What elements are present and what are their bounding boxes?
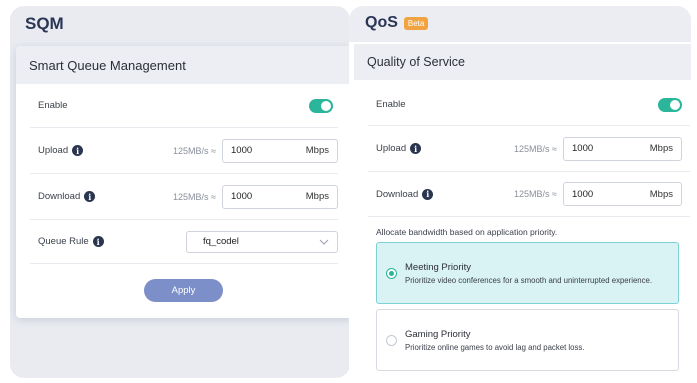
qos-download-input[interactable]: 1000 Mbps [563,182,682,206]
info-icon[interactable]: i [84,191,96,202]
meeting-priority-option[interactable]: Meeting Priority Prioritize video confer… [376,242,679,304]
chevron-down-icon [319,239,329,245]
sqm-download-label: Download [38,191,81,202]
qos-upload-hint: 125MB/s ≈ [514,143,557,154]
sqm-download-row: Download i 125MB/s ≈ 1000 Mbps [30,174,338,220]
gaming-priority-option[interactable]: Gaming Priority Prioritize online games … [376,309,679,371]
beta-badge: Beta [403,16,429,30]
sqm-upload-label: Upload [38,145,69,156]
sqm-upload-unit: Mbps [305,145,329,156]
sqm-card: Smart Queue Management Enable Upload i 1… [16,46,352,318]
qos-download-label: Download [376,188,419,200]
sqm-enable-toggle[interactable] [309,98,333,113]
sqm-queue-rule-label: Queue Rule [38,236,89,247]
sqm-enable-label: Enable [38,100,68,111]
sqm-download-hint: 125MB/s ≈ [173,191,216,202]
qos-upload-input[interactable]: 1000 Mbps [563,136,682,161]
sqm-upload-hint: 125MB/s ≈ [173,145,216,156]
allocate-description: Allocate bandwidth based on application … [376,227,558,237]
qos-download-row: Download i 125MB/s ≈ 1000 Mbps [368,172,690,217]
qos-enable-label: Enable [376,99,406,110]
sqm-upload-value: 1000 [231,145,253,156]
sqm-upload-input[interactable]: 1000 Mbps [222,138,338,163]
sqm-upload-row: Upload i 125MB/s ≈ 1000 Mbps [30,128,338,174]
qos-upload-row: Upload i 125MB/s ≈ 1000 Mbps [368,126,690,172]
meeting-priority-title: Meeting Priority [405,261,471,273]
qos-upload-unit: Mbps [649,143,673,154]
sqm-download-unit: Mbps [305,191,329,202]
qos-title-text: QoS [365,14,398,31]
sqm-queue-rule-select[interactable]: fq_codel [186,230,338,253]
info-icon[interactable]: i [92,236,104,247]
info-icon[interactable]: i [422,188,434,200]
sqm-card-header: Smart Queue Management [16,46,352,84]
sqm-queue-rule-row: Queue Rule i fq_codel [30,220,338,264]
sqm-download-value: 1000 [231,191,253,202]
qos-upload-label: Upload [376,143,407,154]
gaming-priority-title: Gaming Priority [405,328,471,340]
gaming-priority-desc: Prioritize online games to avoid lag and… [405,342,585,352]
apply-button[interactable]: Apply [144,279,223,302]
sqm-download-input[interactable]: 1000 Mbps [222,184,338,209]
qos-title: QoS Beta [365,14,429,32]
sqm-queue-rule-value: fq_codel [203,236,239,247]
info-icon[interactable]: i [410,143,422,154]
qos-download-hint: 125MB/s ≈ [514,189,557,199]
sqm-title: SQM [25,14,64,33]
qos-enable-toggle[interactable] [658,97,682,112]
sqm-enable-row: Enable [30,84,338,128]
info-icon[interactable]: i [72,145,84,156]
qos-card-header: Quality of Service [354,44,691,80]
meeting-priority-desc: Prioritize video conferences for a smoot… [405,275,653,285]
qos-upload-value: 1000 [572,143,594,154]
meeting-priority-radio[interactable] [386,267,397,279]
qos-enable-row: Enable [368,84,690,126]
qos-download-unit: Mbps [649,188,673,200]
qos-download-value: 1000 [572,188,594,200]
gaming-priority-radio[interactable] [386,334,397,346]
